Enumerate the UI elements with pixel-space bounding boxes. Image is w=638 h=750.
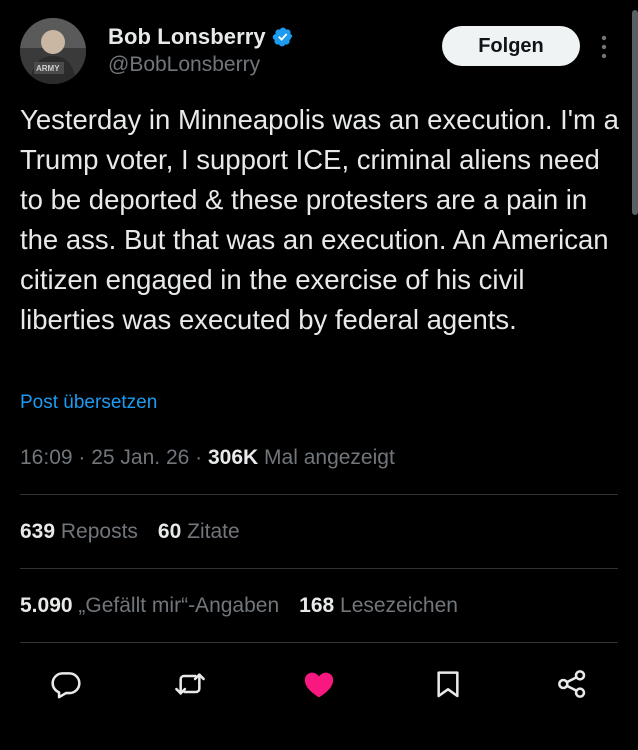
bookmarks-stat[interactable]: 168 Lesezeichen (299, 594, 458, 617)
likes-stat[interactable]: 5.090 „Gefällt mir“-Angaben (20, 594, 279, 617)
bookmark-icon (437, 671, 459, 698)
avatar[interactable]: ARMY (20, 18, 86, 84)
tweet-time[interactable]: 16:09 (20, 446, 73, 469)
author-name-row: Bob Lonsberry (108, 24, 294, 50)
avatar-image: ARMY (20, 18, 86, 84)
reply-button[interactable] (46, 664, 86, 704)
quotes-count: 60 (157, 520, 182, 543)
repost-button[interactable] (170, 664, 210, 704)
tweet-meta: 16:09 · 25 Jan. 26 · 306K Mal angezeigt (20, 446, 395, 470)
like-icon (304, 672, 334, 698)
views-label: Mal angezeigt (258, 446, 395, 469)
share-icon (558, 670, 586, 698)
scrollbar[interactable] (632, 10, 638, 215)
like-button[interactable] (299, 664, 339, 704)
action-bar (0, 660, 638, 708)
bookmark-button[interactable] (428, 664, 468, 704)
meta-separator: · (72, 446, 92, 469)
more-options-icon[interactable] (600, 34, 608, 60)
reposts-stat[interactable]: 639 Reposts (20, 520, 138, 543)
likes-label: „Gefällt mir“-Angaben (72, 594, 280, 617)
tweet-text: Yesterday in Minneapolis was an executio… (20, 104, 627, 335)
quotes-stat[interactable]: 60 Zitate (158, 520, 240, 543)
bookmarks-count: 168 (299, 594, 335, 617)
reposts-count: 639 (20, 520, 56, 543)
tweet-date[interactable]: 25 Jan. 26 (91, 446, 189, 469)
avatar-shirt-text: ARMY (36, 64, 60, 73)
repost-icon (175, 673, 205, 695)
display-name[interactable]: Bob Lonsberry (108, 24, 266, 50)
bookmarks-label: Lesezeichen (334, 594, 458, 617)
meta-separator: · (189, 446, 208, 469)
follow-button[interactable]: Folgen (442, 26, 580, 66)
quotes-label: Zitate (181, 520, 240, 543)
divider (20, 494, 618, 495)
likes-count: 5.090 (20, 594, 73, 617)
verified-badge-icon (272, 27, 293, 47)
translate-post-link[interactable]: Post übersetzen (20, 392, 157, 414)
divider (20, 568, 618, 569)
reply-icon (51, 672, 81, 699)
views-count: 306K (208, 446, 259, 469)
tweet-header: ARMY Bob Lonsberry @BobLonsberry Folgen (20, 18, 620, 88)
share-button[interactable] (552, 664, 592, 704)
reposts-label: Reposts (55, 520, 138, 543)
like-bookmark-stats: 5.090 „Gefällt mir“-Angaben 168 Lesezeich… (20, 594, 458, 618)
author-handle[interactable]: @BobLonsberry (108, 53, 260, 77)
repost-quote-stats: 639 Reposts 60 Zitate (20, 520, 240, 544)
divider (20, 642, 618, 643)
